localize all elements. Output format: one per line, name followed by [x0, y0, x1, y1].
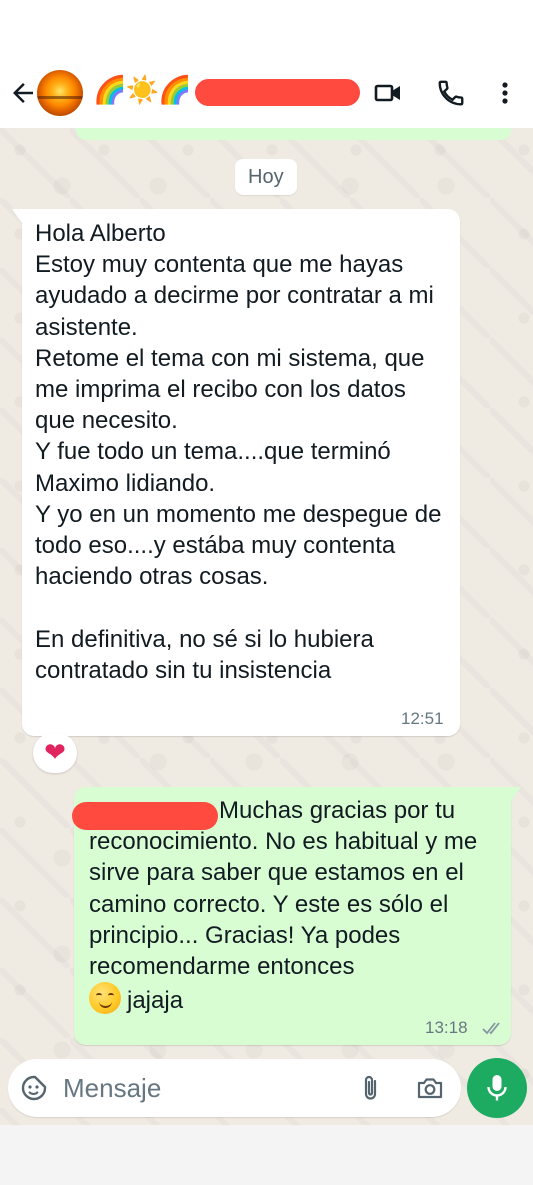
- double-check-icon: [482, 1022, 500, 1035]
- system-navigation-area: [0, 1125, 533, 1185]
- heart-reaction-icon[interactable]: ❤: [33, 733, 77, 773]
- microphone-icon: [487, 1075, 507, 1101]
- outgoing-message-body: Muchas gracias por tu reconocimiento. No…: [89, 795, 501, 1016]
- message-input[interactable]: Mensaje: [63, 1072, 161, 1104]
- redacted-contact-name: [195, 79, 360, 106]
- video-call-icon[interactable]: [373, 78, 403, 108]
- smiling-face-icon: [89, 982, 121, 1015]
- camera-icon[interactable]: [415, 1073, 445, 1103]
- contact-avatar[interactable]: [37, 70, 83, 116]
- chat-area[interactable]: Hoy Hola Alberto Estoy muy contenta que …: [0, 128, 533, 1125]
- attach-icon[interactable]: [358, 1073, 384, 1103]
- incoming-message-time: 12:51: [401, 709, 444, 728]
- contact-name-emoji[interactable]: 🌈☀️🌈: [93, 73, 192, 109]
- sticker-icon[interactable]: [20, 1074, 48, 1102]
- back-arrow-icon[interactable]: [8, 78, 38, 108]
- more-options-icon[interactable]: [490, 78, 520, 108]
- message-composer[interactable]: Mensaje: [8, 1059, 461, 1117]
- outgoing-message-text: Muchas gracias por tu reconocimiento. No…: [89, 797, 478, 981]
- chat-header: 🌈☀️🌈: [0, 0, 533, 128]
- outgoing-message[interactable]: Muchas gracias por tu reconocimiento. No…: [72, 787, 521, 1045]
- incoming-message-text: Hola Alberto Estoy muy contenta que me h…: [35, 220, 442, 684]
- phone-call-icon[interactable]: [436, 78, 466, 108]
- incoming-message[interactable]: Hola Alberto Estoy muy contenta que me h…: [12, 209, 460, 736]
- previous-message-bubble: [76, 128, 511, 140]
- day-separator: Hoy: [235, 159, 297, 195]
- voice-message-button[interactable]: [467, 1058, 527, 1118]
- outgoing-message-tail: jajaja: [127, 987, 184, 1015]
- outgoing-message-time: 13:18: [425, 1018, 468, 1037]
